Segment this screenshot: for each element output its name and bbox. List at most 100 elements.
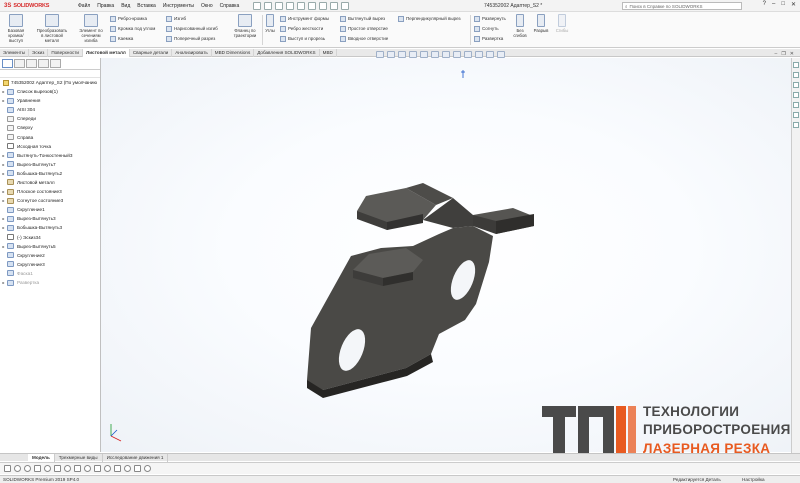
menu-item[interactable]: Правка xyxy=(97,3,114,9)
command-button[interactable]: Ребро жесткости xyxy=(280,25,329,32)
corners-button[interactable]: Углы xyxy=(263,14,277,33)
tree-item[interactable]: ▸ Вырез-Вытянуть7 xyxy=(0,160,100,169)
tab-6[interactable]: MBD Dimensions xyxy=(212,49,255,57)
property-manager-tab-icon[interactable] xyxy=(14,59,25,68)
minimize-icon[interactable]: – xyxy=(772,1,775,8)
view-palette-icon[interactable] xyxy=(793,92,799,98)
expand-arrow-icon[interactable]: ▸ xyxy=(0,98,7,103)
command-button[interactable]: Вытянутый вырез xyxy=(340,15,388,22)
tab-0[interactable]: Элементы xyxy=(0,49,30,57)
command-button[interactable]: Выступ и прорезь xyxy=(280,35,329,42)
tree-item[interactable]: Спереди xyxy=(0,114,100,123)
tab-8[interactable]: MBD xyxy=(320,49,337,57)
tree-item[interactable]: Исходная точка xyxy=(0,142,100,151)
tree-item[interactable]: Скругление3 xyxy=(0,260,100,269)
tree-root[interactable]: 745352002 Адаптер_S2 (По умолчанию xyxy=(0,78,100,87)
doc-restore-icon[interactable]: ❐ xyxy=(781,51,785,57)
pattern-tool-icon[interactable] xyxy=(114,465,121,472)
previous-view-icon[interactable] xyxy=(398,51,406,58)
command-button[interactable]: Кромка под углом xyxy=(110,25,155,32)
custom-properties-icon[interactable] xyxy=(793,112,799,118)
section-view-icon[interactable] xyxy=(409,51,417,58)
dimension-tool-icon[interactable] xyxy=(124,465,131,472)
tab-7[interactable]: Добавления SOLIDWORKS xyxy=(254,49,320,57)
expand-arrow-icon[interactable]: ▸ xyxy=(0,198,7,203)
print-icon[interactable] xyxy=(297,1,306,10)
display-style-icon[interactable] xyxy=(442,51,450,58)
resources-icon[interactable] xyxy=(793,62,799,68)
tree-item[interactable]: Листовой металл xyxy=(0,178,100,187)
spline-tool-icon[interactable] xyxy=(64,465,71,472)
tree-item[interactable]: (-) Эскиз34 xyxy=(0,233,100,242)
tree-item[interactable]: AISI 304 xyxy=(0,105,100,114)
doc-close-icon[interactable]: ✕ xyxy=(790,51,794,57)
apply-scene-icon[interactable] xyxy=(475,51,483,58)
tree-item[interactable]: ▸ Согнутое состояние3 xyxy=(0,196,100,205)
command-button[interactable]: Перпендикулярный вырез xyxy=(398,15,461,22)
part-model[interactable] xyxy=(101,58,791,452)
tree-item[interactable]: Скругление2 xyxy=(0,251,100,260)
expand-arrow-icon[interactable]: ▸ xyxy=(0,171,7,176)
tree-item[interactable]: Справа xyxy=(0,132,100,141)
expand-arrow-icon[interactable]: ▸ xyxy=(0,280,7,285)
offset-tool-icon[interactable] xyxy=(94,465,101,472)
bottom-tab-1[interactable]: Трехмерные виды xyxy=(55,453,103,462)
command-button[interactable]: Изгиб xyxy=(166,15,218,22)
forum-icon[interactable] xyxy=(793,122,799,128)
menu-item[interactable]: Файл xyxy=(78,3,90,9)
command-button[interactable]: Поперечный разрез xyxy=(166,35,218,42)
lofted-bend-button[interactable]: Элемент по сечениям изгиба xyxy=(76,14,106,43)
expand-arrow-icon[interactable]: ▸ xyxy=(0,153,7,158)
expand-arrow-icon[interactable]: ▸ xyxy=(0,244,7,249)
tree-item[interactable]: ▸ Плоское состояние3 xyxy=(0,187,100,196)
trim-tool-icon[interactable] xyxy=(84,465,91,472)
slot-tool-icon[interactable] xyxy=(54,465,61,472)
new-document-icon[interactable] xyxy=(264,1,273,10)
menu-item[interactable]: Окно xyxy=(201,3,213,9)
menu-item[interactable]: Инструменты xyxy=(163,3,194,9)
convert-to-sheet-metal-button[interactable]: Преобразовать в листовой металл xyxy=(36,14,68,43)
command-button[interactable]: Каемка xyxy=(110,35,155,42)
expand-arrow-icon[interactable]: ▸ xyxy=(0,225,7,230)
tree-item[interactable]: Скругление1 xyxy=(0,205,100,214)
view-orientation-icon[interactable] xyxy=(431,51,439,58)
tree-filter[interactable] xyxy=(0,70,100,78)
feature-tree-tab-icon[interactable] xyxy=(2,59,13,68)
tree-item[interactable]: ▸ Бобышка-Вытянуть3 xyxy=(0,223,100,232)
tab-4[interactable]: Сварные детали xyxy=(130,49,173,57)
save-icon[interactable] xyxy=(286,1,295,10)
help-icon[interactable]: ? xyxy=(763,1,766,8)
command-button[interactable]: Простое отверстие xyxy=(340,25,388,32)
polygon-tool-icon[interactable] xyxy=(44,465,51,472)
command-button[interactable]: Вводное отверстие xyxy=(340,35,388,42)
status-customize[interactable]: Настройка xyxy=(742,477,765,482)
tree-item[interactable]: Сверху xyxy=(0,123,100,132)
help-search[interactable]: ⌕ Поиск в Справке по SOLIDWORKS xyxy=(622,2,742,10)
circle-tool-icon[interactable] xyxy=(14,465,21,472)
relation-tool-icon[interactable] xyxy=(134,465,141,472)
command-button[interactable]: Развертка xyxy=(474,35,506,42)
dimxpert-tab-icon[interactable] xyxy=(38,59,49,68)
menu-item[interactable]: Вид xyxy=(121,3,130,9)
arc-tool-icon[interactable] xyxy=(24,465,31,472)
tree-item[interactable]: ▸ Список вырезов(1) xyxy=(0,87,100,96)
command-button[interactable]: Согнуть xyxy=(474,25,506,32)
insert-bends-button[interactable]: Сгибы xyxy=(552,14,572,33)
tree-item[interactable]: ▸ Бобышка-Вытянуть2 xyxy=(0,169,100,178)
tree-item[interactable]: ▸ Вырез-Вытянуть3 xyxy=(0,214,100,223)
rebuild-icon[interactable] xyxy=(330,1,339,10)
display-manager-tab-icon[interactable] xyxy=(50,59,61,68)
rip-button[interactable]: Разрыв xyxy=(532,14,550,33)
options-icon[interactable] xyxy=(341,1,350,10)
base-flange-button[interactable]: Базовая кромка/выступ xyxy=(2,14,30,43)
command-button[interactable]: Инструмент формы xyxy=(280,15,329,22)
menu-item[interactable]: Вставка xyxy=(137,3,156,9)
configuration-tab-icon[interactable] xyxy=(26,59,37,68)
edit-appearance-icon[interactable] xyxy=(464,51,472,58)
command-button[interactable]: Развернуть xyxy=(474,15,506,22)
tab-3[interactable]: Листовой металл xyxy=(83,49,130,57)
appearances-icon[interactable] xyxy=(793,102,799,108)
dynamic-annotation-icon[interactable] xyxy=(420,51,428,58)
hide-show-icon[interactable] xyxy=(453,51,461,58)
tab-2[interactable]: Поверхности xyxy=(48,49,83,57)
